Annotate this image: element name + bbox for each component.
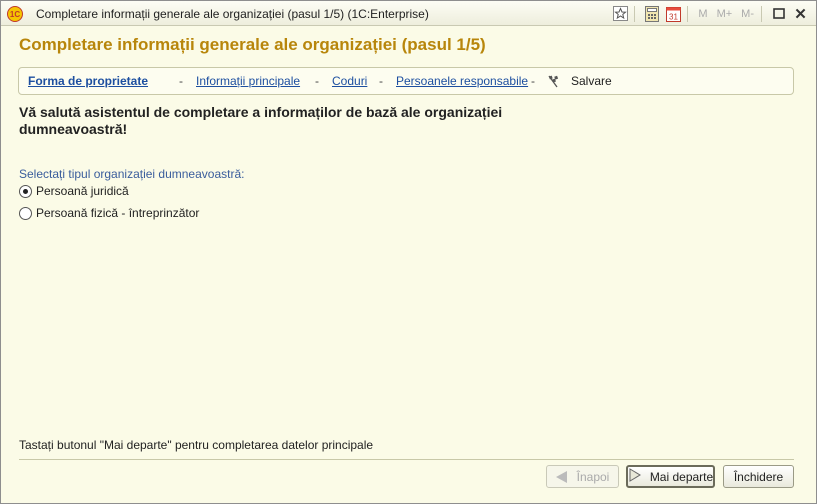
- calendar-icon[interactable]: 31: [664, 4, 683, 23]
- step-separator: -: [531, 74, 535, 88]
- step-save: Salvare: [571, 74, 612, 88]
- app-logo-icon[interactable]: 1C: [7, 6, 23, 22]
- step-separator: -: [179, 74, 183, 88]
- title-bar: 1C Completare informații generale ale or…: [1, 1, 816, 26]
- close-button-label: Închidere: [733, 469, 784, 484]
- favorite-star-icon[interactable]: [611, 4, 630, 23]
- radio-button[interactable]: [19, 206, 32, 220]
- footer-divider: [19, 459, 794, 460]
- step-main-info[interactable]: Informații principale: [196, 74, 300, 88]
- calendar-icon-day: 31: [669, 12, 678, 21]
- title-bar-tools: 31 M M+ M- ✕: [608, 4, 810, 23]
- step-responsible-persons[interactable]: Persoanele responsabile: [396, 74, 528, 88]
- back-button[interactable]: Înapoi: [546, 465, 619, 488]
- arrow-right-icon: [628, 468, 642, 485]
- close-button[interactable]: Închidere: [723, 465, 794, 488]
- close-icon[interactable]: ✕: [791, 4, 810, 23]
- step-separator: -: [379, 74, 383, 88]
- toolbar-divider: [687, 5, 689, 22]
- toolbar-divider: [634, 5, 636, 22]
- calculator-icon[interactable]: [642, 4, 661, 23]
- next-button[interactable]: Mai departe: [626, 465, 715, 488]
- window-title: Completare informații generale ale organ…: [36, 7, 429, 21]
- next-button-label: Mai departe: [649, 469, 714, 484]
- checkered-flag-icon: [547, 74, 561, 88]
- radio-label: Persoană fizică - întreprinzător: [36, 206, 200, 220]
- radio-button-checked[interactable]: [19, 184, 32, 198]
- welcome-message: Vă salută asistentul de completare a inf…: [19, 104, 503, 137]
- radio-individual-entrepreneur[interactable]: Persoană fizică - întreprinzător: [19, 206, 199, 220]
- memory-plus-button[interactable]: M+: [714, 4, 736, 23]
- page-title: Completare informații generale ale organ…: [19, 35, 486, 54]
- maximize-icon[interactable]: [769, 4, 788, 23]
- memory-minus-button[interactable]: M-: [738, 4, 757, 23]
- radio-legal-entity[interactable]: Persoană juridică: [19, 184, 129, 198]
- organization-type-label: Selectați tipul organizației dumneavoast…: [19, 167, 245, 181]
- step-codes[interactable]: Coduri: [332, 74, 367, 88]
- step-navigation: Forma de proprietate - Informații princi…: [18, 67, 794, 95]
- toolbar-divider: [761, 5, 762, 22]
- memory-m-button[interactable]: M: [695, 4, 710, 23]
- wizard-window: 1C Completare informații generale ale or…: [0, 0, 817, 504]
- hint-text: Tastați butonul "Mai departe" pentru com…: [19, 438, 374, 452]
- arrow-left-icon: [555, 470, 567, 483]
- back-button-label: Înapoi: [576, 469, 610, 484]
- radio-label: Persoană juridică: [36, 184, 129, 198]
- step-separator: -: [315, 74, 319, 88]
- step-form-of-ownership[interactable]: Forma de proprietate: [28, 74, 148, 88]
